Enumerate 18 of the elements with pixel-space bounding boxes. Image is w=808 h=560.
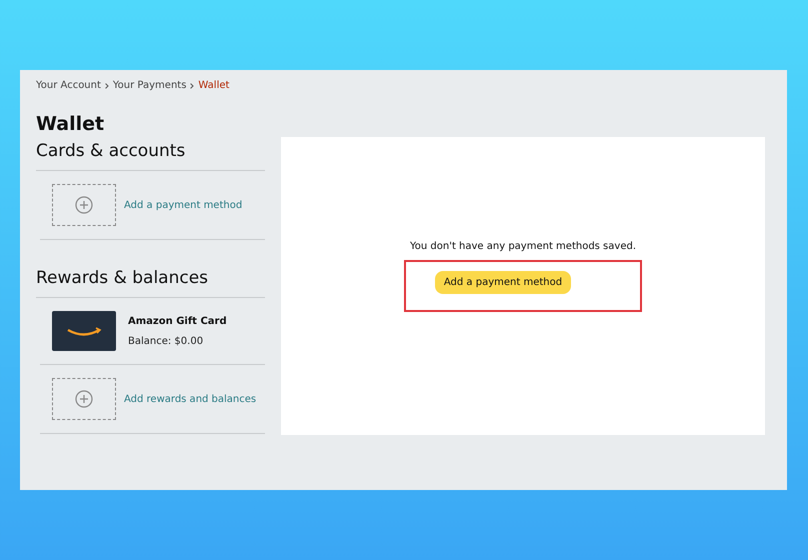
breadcrumb-link[interactable]: Your Payments — [112, 80, 186, 91]
breadcrumb-link[interactable]: Wallet — [198, 80, 230, 91]
gift-card-balance: Balance: $0.00 — [128, 336, 204, 346]
section-heading: Rewards & balances — [36, 268, 265, 298]
add-link[interactable]: Add a payment method — [124, 200, 242, 210]
plus-icon — [75, 390, 93, 408]
add-payment-button[interactable]: Add a payment method — [434, 270, 572, 294]
gift-card-name: Amazon Gift Card — [128, 316, 227, 326]
breadcrumb-link[interactable]: Your Account — [36, 80, 101, 91]
chevron-icon — [104, 82, 109, 88]
add-tile[interactable] — [52, 378, 116, 420]
add-tile[interactable] — [52, 184, 116, 226]
section-heading: Cards & accounts — [36, 141, 265, 171]
chevron-icon — [190, 82, 194, 88]
empty-message: You don't have any payment methods saved. — [410, 240, 636, 252]
page-title: Wallet — [36, 113, 106, 135]
add-link[interactable]: Add rewards and balances — [124, 394, 256, 404]
plus-icon — [75, 196, 93, 214]
